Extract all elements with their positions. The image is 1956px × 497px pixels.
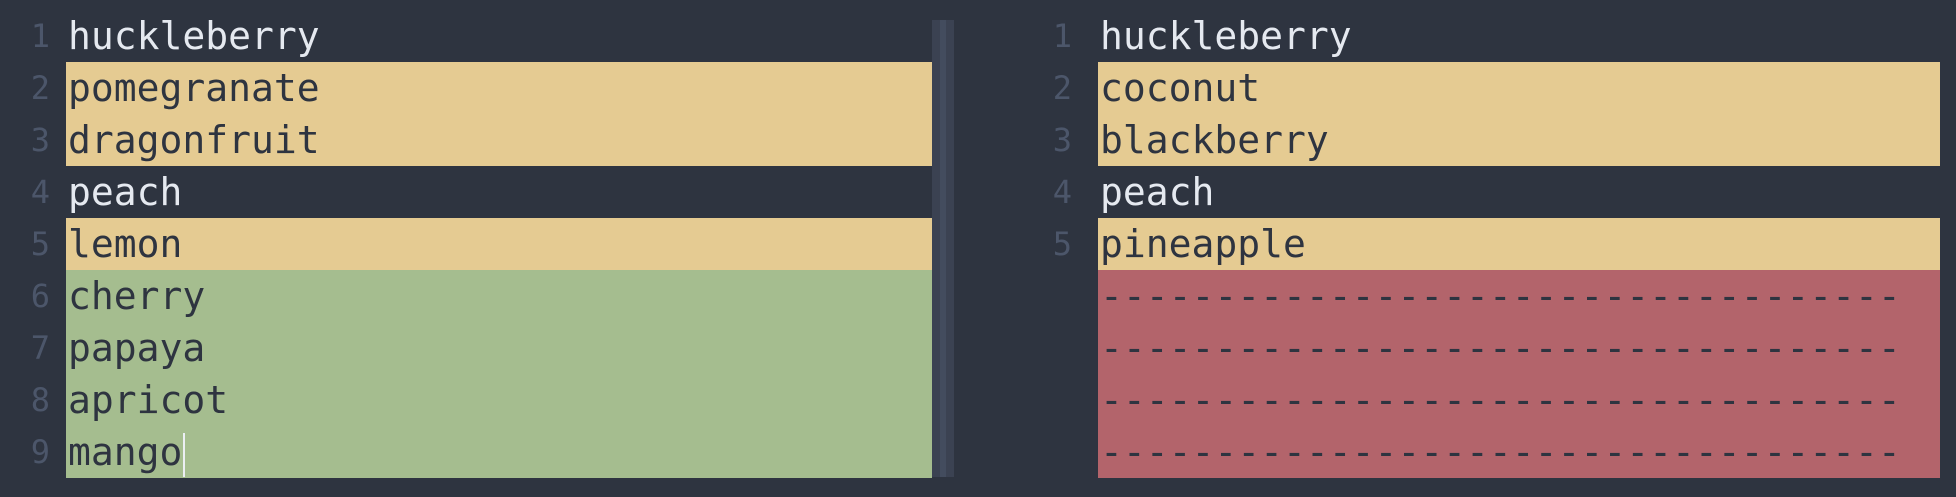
filler-dashes: -----------------------------------	[1098, 322, 1940, 374]
editor-line[interactable]: 9 mango	[0, 426, 958, 478]
filler-dashes: -----------------------------------	[1098, 270, 1940, 322]
line-text[interactable]: cherry	[66, 270, 932, 322]
filler-dashes: -----------------------------------	[1098, 426, 1940, 478]
line-number: 9	[30, 433, 50, 471]
line-text[interactable]: dragonfruit	[66, 114, 932, 166]
editor-line-placeholder: -----------------------------------	[1030, 426, 1956, 478]
editor-line[interactable]: 3 blackberry	[1030, 114, 1956, 166]
editor-line[interactable]: 4 peach	[0, 166, 958, 218]
editor-line-placeholder: -----------------------------------	[1030, 374, 1956, 426]
line-text[interactable]: huckleberry	[1098, 10, 1940, 62]
editor-line[interactable]: 6 cherry	[0, 270, 958, 322]
line-text[interactable]: peach	[66, 166, 932, 218]
line-number: 4	[1052, 173, 1072, 211]
line-number: 4	[30, 173, 50, 211]
editor-line[interactable]: 7 papaya	[0, 322, 958, 374]
line-number: 7	[30, 329, 50, 367]
line-number: 5	[1052, 225, 1072, 263]
vertical-scrollbar[interactable]	[932, 20, 954, 477]
line-number: 1	[1052, 17, 1072, 55]
line-number: 6	[30, 277, 50, 315]
editor-line[interactable]: 8 apricot	[0, 374, 958, 426]
editor-line[interactable]: 4 peach	[1030, 166, 1956, 218]
editor-line[interactable]: 5 lemon	[0, 218, 958, 270]
editor-line[interactable]: 1 huckleberry	[0, 10, 958, 62]
line-text[interactable]: pomegranate	[66, 62, 932, 114]
line-number: 8	[30, 381, 50, 419]
line-text[interactable]: blackberry	[1098, 114, 1940, 166]
line-number: 2	[30, 69, 50, 107]
line-number: 2	[1052, 69, 1072, 107]
line-text[interactable]: pineapple	[1098, 218, 1940, 270]
line-text[interactable]: apricot	[66, 374, 932, 426]
editor-line-placeholder: -----------------------------------	[1030, 322, 1956, 374]
line-text[interactable]: papaya	[66, 322, 932, 374]
editor-line[interactable]: 1 huckleberry	[1030, 10, 1956, 62]
editor-line-placeholder: -----------------------------------	[1030, 270, 1956, 322]
line-number: 3	[1052, 121, 1072, 159]
editor-line[interactable]: 5 pineapple	[1030, 218, 1956, 270]
line-text-with-cursor[interactable]: mango	[66, 426, 932, 478]
line-number: 1	[30, 17, 50, 55]
right-editor-pane[interactable]: 1 huckleberry 2 coconut 3 blackberry 4 p…	[1030, 0, 1956, 497]
line-text[interactable]: peach	[1098, 166, 1940, 218]
line-text[interactable]: mango	[68, 430, 182, 474]
line-text[interactable]: huckleberry	[66, 10, 932, 62]
scrollbar-thumb[interactable]	[940, 20, 946, 477]
line-number: 3	[30, 121, 50, 159]
left-editor-pane[interactable]: 1 huckleberry 2 pomegranate 3 dragonfrui…	[0, 0, 958, 497]
editor-line[interactable]: 2 coconut	[1030, 62, 1956, 114]
text-cursor	[183, 432, 186, 477]
editor-line[interactable]: 3 dragonfruit	[0, 114, 958, 166]
line-text[interactable]: lemon	[66, 218, 932, 270]
filler-dashes: -----------------------------------	[1098, 374, 1940, 426]
line-number: 5	[30, 225, 50, 263]
line-text[interactable]: coconut	[1098, 62, 1940, 114]
editor-line[interactable]: 2 pomegranate	[0, 62, 958, 114]
